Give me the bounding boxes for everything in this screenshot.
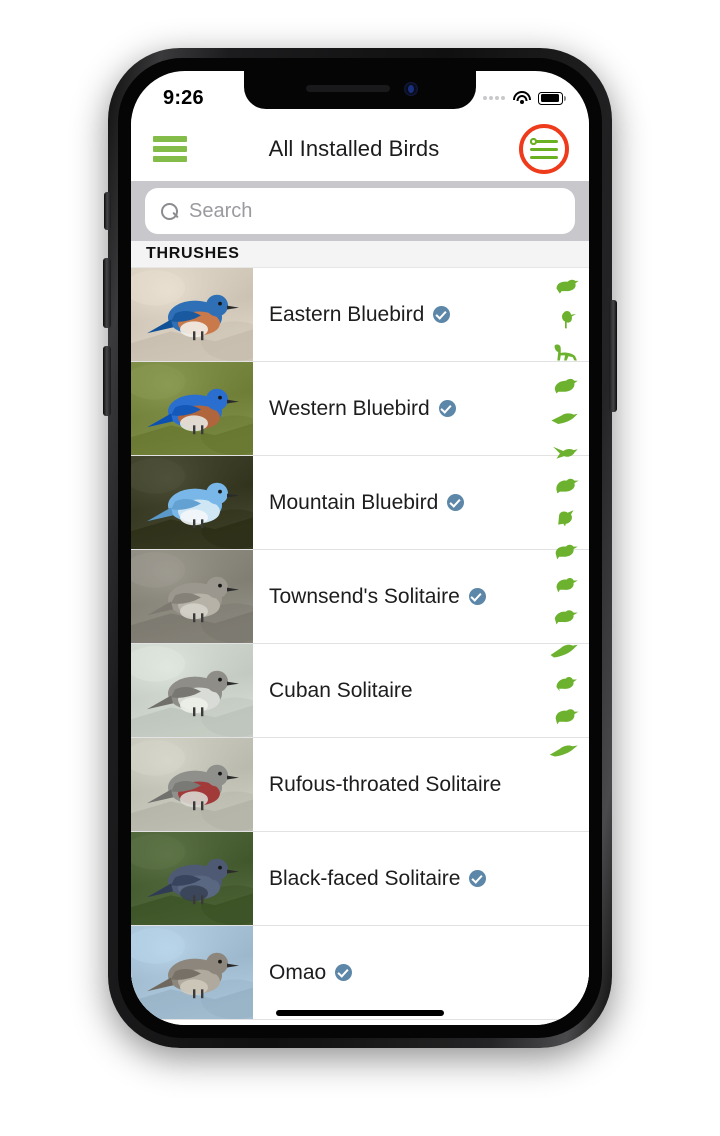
rufous-throated-solitaire-photo	[131, 738, 253, 831]
pigeon-silhouette-icon[interactable]	[548, 370, 582, 400]
bird-row[interactable]: Black-faced Solitaire	[131, 832, 589, 926]
bird-label-wrap: Mountain Bluebird	[253, 456, 589, 549]
installed-check-icon	[438, 400, 456, 417]
page-title: All Installed Birds	[268, 136, 440, 161]
search-placeholder: Search	[189, 199, 253, 222]
bird-row[interactable]: Rufous-throated Solitaire	[131, 738, 589, 832]
bird-list[interactable]: Eastern Bluebird Western Bluebird Mounta…	[131, 268, 589, 1025]
hummingbird-silhouette-icon[interactable]	[548, 436, 582, 466]
bird-label-wrap: Eastern Bluebird	[253, 268, 589, 361]
bird-name: Western Bluebird	[269, 396, 430, 420]
hamburger-menu-icon[interactable]	[153, 136, 187, 162]
bird-name: Black-faced Solitaire	[269, 866, 461, 890]
navigation-bar: All Installed Birds	[131, 117, 589, 181]
installed-check-icon	[433, 306, 451, 323]
kingfisher-silhouette-icon[interactable]	[548, 469, 582, 499]
finch-silhouette-icon[interactable]	[548, 568, 582, 598]
sliders-filter-icon	[529, 138, 558, 160]
notch	[244, 71, 476, 109]
bird-name: Mountain Bluebird	[269, 490, 439, 514]
installed-check-icon	[469, 870, 487, 887]
scroll-index-bird-silhouettes[interactable]	[545, 271, 585, 763]
duck-silhouette-icon[interactable]	[548, 271, 582, 301]
front-camera	[404, 82, 418, 96]
bird-row[interactable]: Townsend's Solitaire	[131, 550, 589, 644]
bird-label-wrap: Townsend's Solitaire	[253, 550, 589, 643]
volume-up-button[interactable]	[103, 258, 111, 328]
installed-check-icon	[447, 494, 465, 511]
volume-down-button[interactable]	[103, 346, 111, 416]
installed-check-icon	[468, 588, 486, 605]
bird-name: Cuban Solitaire	[269, 678, 413, 702]
swift-silhouette-icon[interactable]	[548, 403, 582, 433]
mountain-bluebird-photo	[131, 456, 253, 549]
bird-label-wrap: Rufous-throated Solitaire	[253, 738, 589, 831]
crane-silhouette-icon[interactable]	[548, 337, 582, 367]
townsends-solitaire-photo	[131, 550, 253, 643]
bird-row[interactable]: Cuban Solitaire	[131, 644, 589, 738]
filter-button[interactable]	[518, 124, 569, 174]
earpiece-speaker	[306, 85, 390, 92]
search-bar-container: Search	[131, 181, 589, 241]
bird-name: Rufous-throated Solitaire	[269, 772, 502, 796]
bird-name: Omao	[269, 960, 327, 984]
bird-label-wrap: Western Bluebird	[253, 362, 589, 455]
bird-label-wrap: Cuban Solitaire	[253, 644, 589, 737]
bird-row[interactable]: Western Bluebird	[131, 362, 589, 456]
swallow-silhouette-icon[interactable]	[548, 634, 582, 664]
silent-switch-button[interactable]	[104, 192, 111, 230]
bird-name: Townsend's Solitaire	[269, 584, 460, 608]
search-icon	[161, 202, 178, 220]
woodpecker-silhouette-icon[interactable]	[548, 502, 582, 532]
heron-silhouette-icon[interactable]	[548, 304, 582, 334]
home-indicator-bar[interactable]	[276, 1010, 444, 1016]
black-faced-solitaire-photo	[131, 832, 253, 925]
section-header-thrushes: THRUSHES	[131, 241, 589, 268]
bird-row[interactable]: Omao	[131, 926, 589, 1020]
thrush-silhouette-icon[interactable]	[548, 700, 582, 730]
cell-signal-dots-icon	[483, 96, 505, 100]
search-input[interactable]: Search	[145, 188, 575, 234]
status-indicators	[483, 91, 566, 105]
warbler-silhouette-icon[interactable]	[548, 601, 582, 631]
bird-row[interactable]: Eastern Bluebird	[131, 268, 589, 362]
bird-name: Eastern Bluebird	[269, 302, 425, 326]
status-time: 9:26	[163, 86, 204, 109]
bird-label-wrap: Black-faced Solitaire	[253, 832, 589, 925]
bird-label-wrap: Omao	[253, 926, 589, 1019]
cuban-solitaire-photo	[131, 644, 253, 737]
battery-full-icon	[538, 91, 566, 105]
western-bluebird-photo	[131, 362, 253, 455]
sparrow-silhouette-icon[interactable]	[548, 535, 582, 565]
eastern-bluebird-photo	[131, 268, 253, 361]
phone-screen: 9:26 All Installed Birds Search THRUSHES…	[131, 71, 589, 1025]
installed-check-icon	[335, 964, 353, 981]
wren-silhouette-icon[interactable]	[548, 667, 582, 697]
wifi-icon	[512, 91, 531, 105]
omao-photo	[131, 926, 253, 1019]
power-button[interactable]	[609, 300, 617, 412]
bird-row[interactable]: Mountain Bluebird	[131, 456, 589, 550]
flycatcher-silhouette-icon[interactable]	[548, 733, 582, 763]
